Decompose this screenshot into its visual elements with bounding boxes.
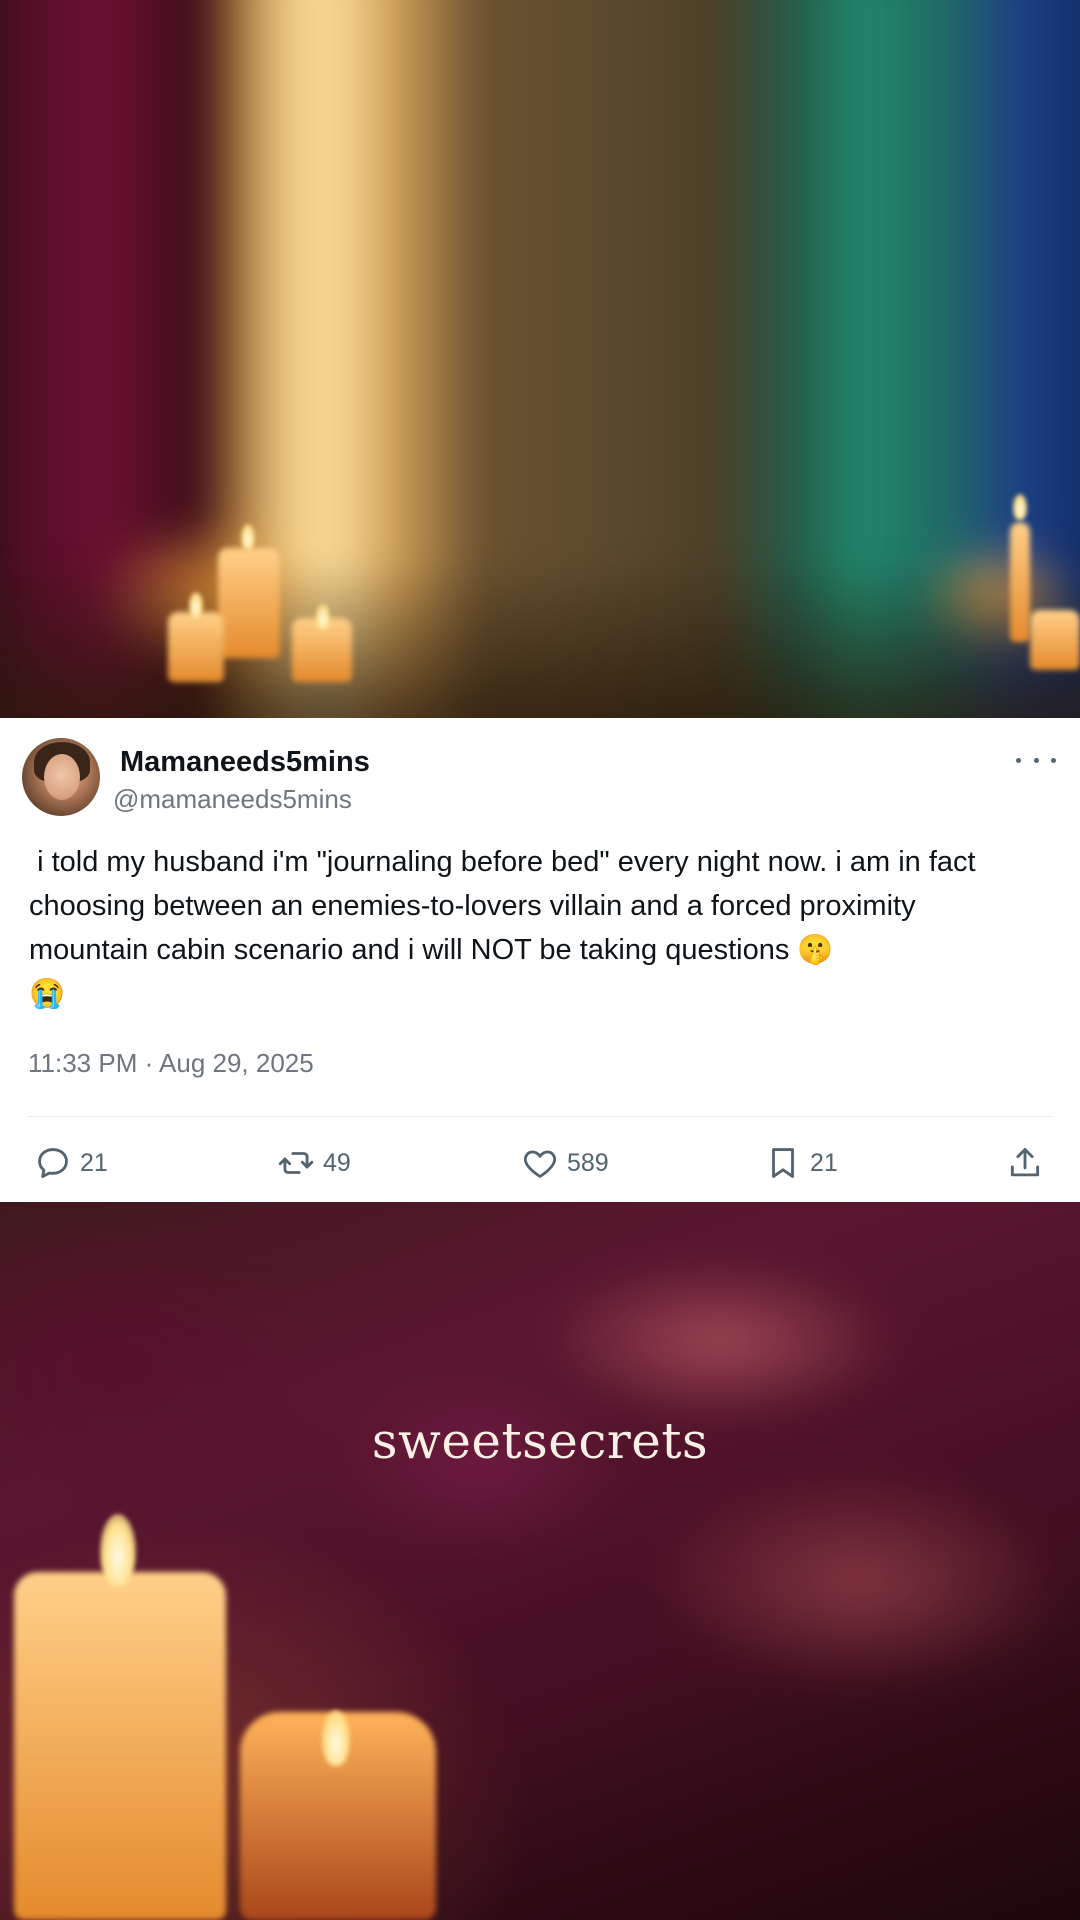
like-button[interactable]: 589	[521, 1128, 609, 1198]
repost-icon	[277, 1144, 315, 1182]
background-image-curtains	[0, 0, 1080, 718]
share-icon	[1006, 1144, 1044, 1182]
bookmark-count: 21	[810, 1148, 838, 1177]
tweet-text: i told my husband i'm "journaling before…	[29, 846, 976, 1010]
bookmark-icon	[764, 1144, 802, 1182]
avatar[interactable]	[22, 738, 100, 816]
timestamp[interactable]: 11:33 PM · Aug 29, 2025	[28, 1048, 314, 1079]
reply-button[interactable]: 21	[34, 1128, 108, 1198]
share-button[interactable]	[1006, 1128, 1044, 1198]
like-icon	[521, 1144, 559, 1182]
repost-count: 49	[323, 1148, 351, 1177]
bookmark-button[interactable]: 21	[764, 1128, 838, 1198]
divider	[28, 1116, 1053, 1117]
display-name[interactable]: Mamaneeds5mins	[120, 746, 370, 779]
page: Mamaneeds5mins @mamaneeds5mins i told my…	[0, 0, 1080, 1920]
user-handle[interactable]: @mamaneeds5mins	[113, 784, 352, 815]
action-bar: 21 49 589 21	[0, 1128, 1080, 1198]
brand-watermark: sweetsecrets	[371, 1412, 709, 1470]
reply-count: 21	[80, 1148, 108, 1177]
repost-button[interactable]: 49	[277, 1128, 351, 1198]
background-image-silk-sheets	[0, 1202, 1080, 1920]
reply-icon	[34, 1144, 72, 1182]
like-count: 589	[567, 1148, 609, 1177]
more-icon[interactable]	[1016, 748, 1056, 772]
tweet-card: Mamaneeds5mins @mamaneeds5mins i told my…	[0, 718, 1080, 1202]
